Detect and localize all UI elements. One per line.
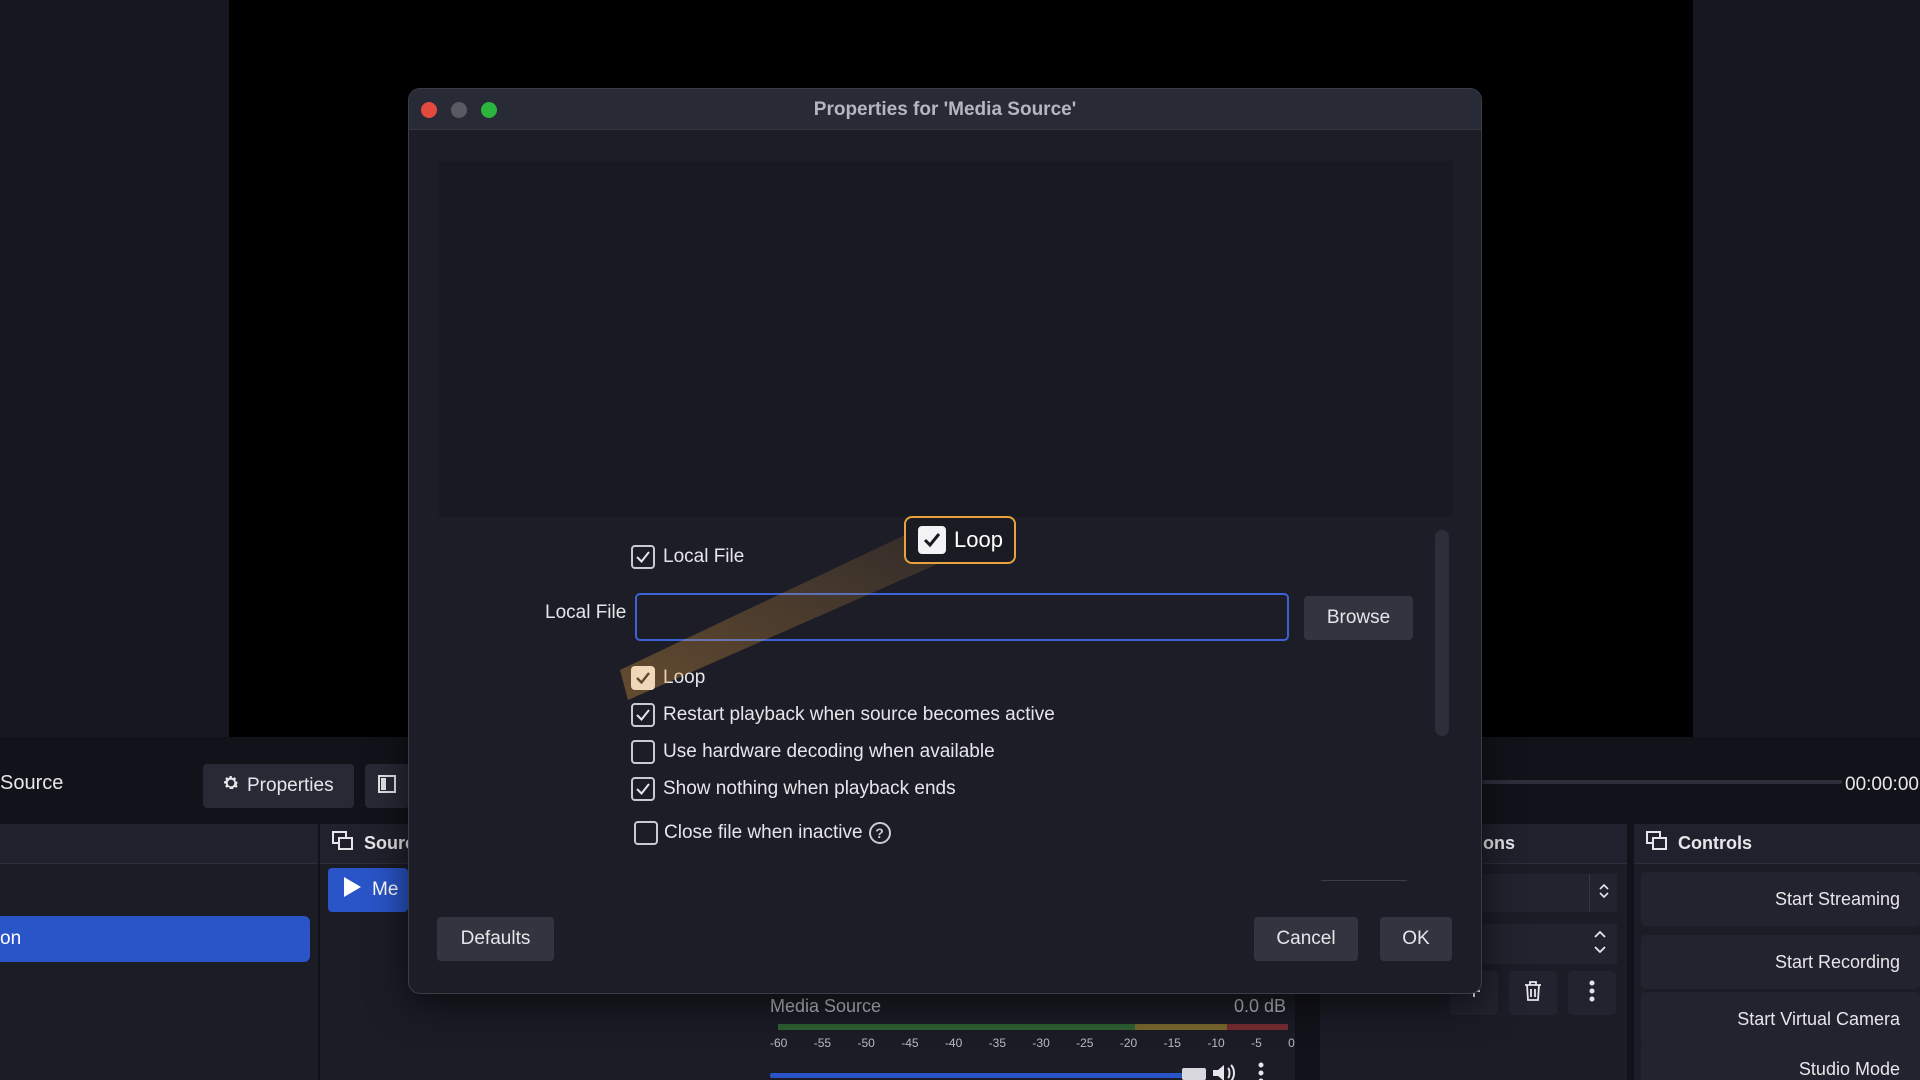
meter-tick: -25 <box>1076 1036 1094 1050</box>
right-background <box>1693 0 1920 737</box>
local-file-checkbox-row[interactable]: Local File <box>631 545 744 569</box>
media-seek-bar[interactable] <box>1482 780 1842 784</box>
mixer-level: 0.0 dB <box>1234 996 1287 1016</box>
checkmark-icon <box>636 551 650 564</box>
local-file-field-label: Local File <box>545 602 627 623</box>
selected-source-label: Source <box>0 772 64 794</box>
chevron-updown-icon <box>1598 881 1610 906</box>
dialog-titlebar: Properties for 'Media Source' <box>409 89 1481 130</box>
source-preview <box>439 161 1453 517</box>
scenes-panel-header <box>0 824 318 864</box>
meter-tick: -45 <box>901 1036 919 1050</box>
mixer-source-name: Media Source <box>770 996 882 1016</box>
checkmark-icon <box>923 533 941 548</box>
show-nothing-label: Show nothing when playback ends <box>663 778 956 799</box>
local-file-checkbox[interactable] <box>631 545 655 569</box>
help-icon[interactable]: ? <box>868 822 891 844</box>
divider <box>1321 880 1407 881</box>
controls-panel-title: Controls <box>1678 833 1752 853</box>
hardware-decoding-checkbox-row[interactable]: Use hardware decoding when available <box>631 740 995 764</box>
close-file-checkbox-row[interactable]: Close file when inactive ? <box>634 821 891 845</box>
gear-icon <box>221 773 241 799</box>
play-icon <box>342 876 362 904</box>
remove-transition-button[interactable] <box>1509 971 1557 1015</box>
restart-playback-checkbox-row[interactable]: Restart playback when source becomes act… <box>631 703 1055 727</box>
loop-checkbox-row[interactable]: Loop <box>631 666 705 690</box>
browse-button[interactable]: Browse <box>1304 596 1413 640</box>
meter-tick: -30 <box>1032 1036 1050 1050</box>
loop-checkbox[interactable] <box>631 666 655 690</box>
left-background <box>0 0 229 737</box>
local-file-input[interactable] <box>635 593 1289 641</box>
volume-slider[interactable] <box>770 1073 1200 1078</box>
properties-scrollbar[interactable] <box>1435 530 1449 736</box>
properties-button-label: Properties <box>247 775 334 796</box>
meter-tick: 0 <box>1288 1036 1295 1050</box>
filters-button[interactable] <box>365 764 409 808</box>
dock-icon <box>1646 831 1668 856</box>
source-item-media[interactable]: Me <box>328 868 408 912</box>
media-time: 00:00:00 <box>1845 774 1919 795</box>
transitions-panel-header: ons <box>1483 824 1627 864</box>
transition-select[interactable] <box>1483 874 1589 912</box>
callout-label: Loop <box>954 527 1003 552</box>
hardware-decoding-checkbox[interactable] <box>631 740 655 764</box>
more-vertical-icon <box>1589 980 1595 1007</box>
restart-playback-checkbox[interactable] <box>631 703 655 727</box>
filter-icon <box>377 774 397 799</box>
defaults-button[interactable]: Defaults <box>437 917 554 961</box>
volume-slider-handle[interactable] <box>1182 1068 1206 1080</box>
meter-tick: -5 <box>1251 1036 1262 1050</box>
dialog-title: Properties for 'Media Source' <box>813 99 1077 120</box>
start-streaming-button[interactable]: Start Streaming <box>1641 872 1920 926</box>
meter-tick: -60 <box>770 1036 788 1050</box>
meter-tick: -20 <box>1119 1036 1138 1050</box>
studio-mode-button[interactable]: Studio Mode <box>1641 1042 1920 1080</box>
dock-icon <box>332 831 354 856</box>
close-file-label: Close file when inactive <box>664 822 863 843</box>
volume-meter <box>778 1024 1288 1030</box>
start-virtual-camera-button[interactable]: Start Virtual Camera <box>1641 992 1920 1046</box>
checkmark-icon <box>636 709 650 722</box>
close-file-checkbox[interactable] <box>634 821 658 845</box>
meter-tick: -35 <box>988 1036 1007 1050</box>
properties-button[interactable]: Properties <box>203 764 354 808</box>
callout-checkbox <box>918 526 946 554</box>
transition-menu-button[interactable] <box>1568 971 1616 1015</box>
speaker-icon[interactable] <box>1212 1064 1238 1080</box>
checkmark-icon <box>636 783 650 796</box>
show-nothing-checkbox-row[interactable]: Show nothing when playback ends <box>631 777 956 801</box>
chevron-updown-icon <box>1593 927 1607 962</box>
trash-icon <box>1523 980 1543 1007</box>
meter-tick: -10 <box>1207 1036 1225 1050</box>
duration-spinbox[interactable] <box>1483 924 1617 964</box>
checkmark-icon <box>636 672 650 685</box>
start-recording-button[interactable]: Start Recording <box>1641 935 1920 989</box>
meter-tick: -15 <box>1163 1036 1181 1050</box>
show-nothing-checkbox[interactable] <box>631 777 655 801</box>
local-file-checkbox-label: Local File <box>663 546 745 567</box>
controls-panel-header: Controls <box>1634 824 1920 864</box>
loop-checkbox-label: Loop <box>663 667 706 688</box>
loop-callout: Loop <box>904 516 1016 564</box>
meter-scale: -60 -55 -50 -45 -40 -35 -30 -25 -20 -15 … <box>770 1036 1295 1050</box>
restart-playback-label: Restart playback when source becomes act… <box>663 704 1055 725</box>
hardware-decoding-label: Use hardware decoding when available <box>663 741 995 762</box>
transition-stepper[interactable] <box>1589 874 1617 912</box>
meter-tick: -40 <box>944 1036 963 1050</box>
meter-tick: -50 <box>857 1036 875 1050</box>
ok-button[interactable]: OK <box>1380 917 1452 961</box>
cancel-button[interactable]: Cancel <box>1254 917 1358 961</box>
meter-tick: -55 <box>813 1036 832 1050</box>
transitions-panel-title: ons <box>1483 833 1516 853</box>
source-item-label: Me <box>372 879 399 900</box>
scene-item-selected[interactable]: on <box>0 916 310 962</box>
mixer-menu-icon[interactable] <box>1258 1062 1264 1080</box>
